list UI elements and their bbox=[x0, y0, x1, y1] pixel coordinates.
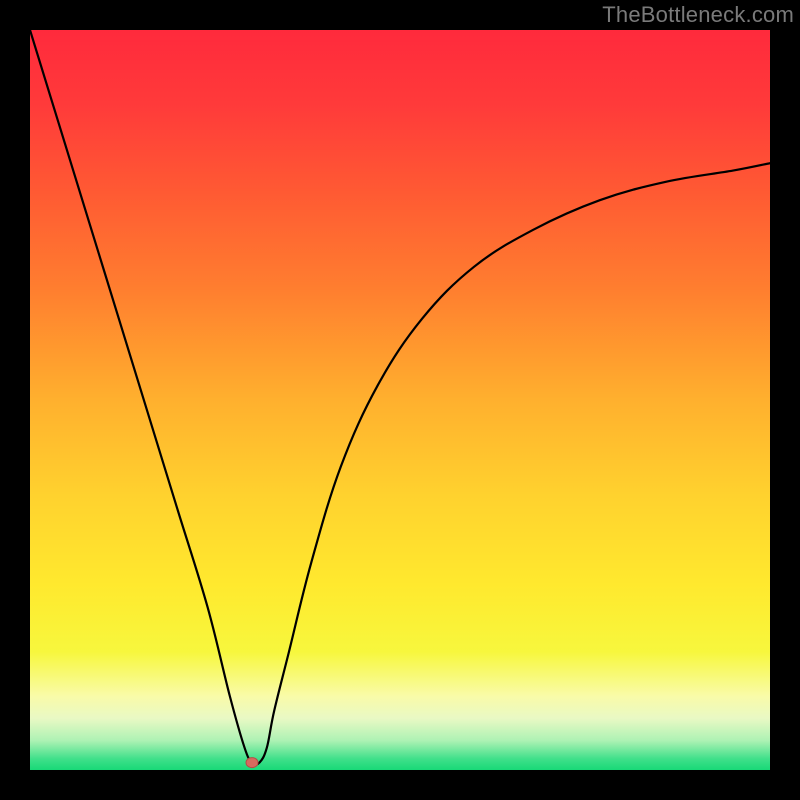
chart-frame: TheBottleneck.com bbox=[0, 0, 800, 800]
optimal-point-marker bbox=[246, 758, 258, 768]
plot-area bbox=[30, 30, 770, 770]
bottleneck-chart-svg bbox=[30, 30, 770, 770]
gradient-background bbox=[30, 30, 770, 770]
watermark-text: TheBottleneck.com bbox=[602, 2, 794, 28]
